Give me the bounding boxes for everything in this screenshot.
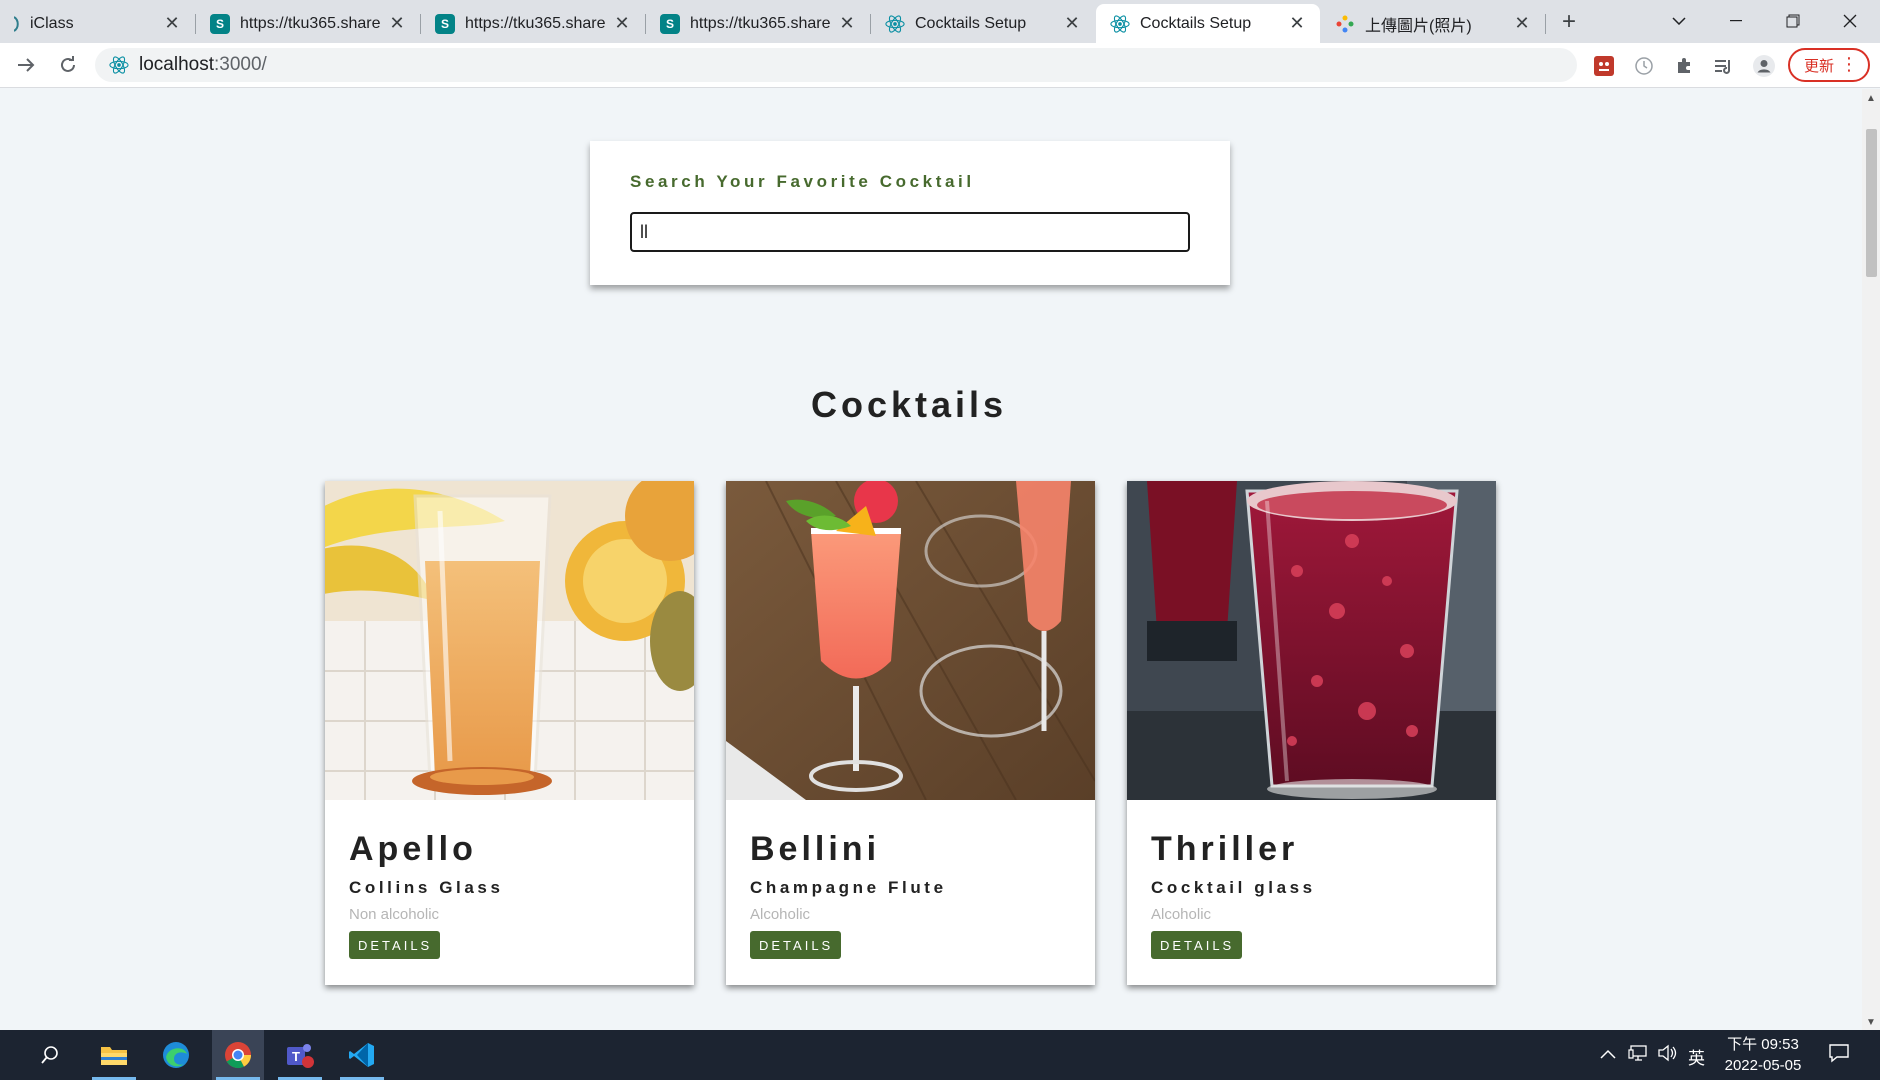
windows-taskbar: T 英 下午 09:53 2022-05-05 <box>0 1030 1880 1080</box>
tab-title: https://tku365.share <box>240 14 381 32</box>
cocktail-name: Apello <box>349 830 477 868</box>
card-body: Thriller Cocktail glass Alcoholic DETAIL… <box>1127 800 1496 959</box>
red-soda-photo <box>1127 481 1496 800</box>
new-tab-plus-icon[interactable]: + <box>1555 8 1583 36</box>
orange-juice-photo <box>325 481 694 800</box>
tab-separator <box>1545 14 1546 34</box>
extension-clock-icon[interactable] <box>1632 54 1656 78</box>
minimize-icon[interactable] <box>1714 6 1758 36</box>
details-button[interactable]: DETAILS <box>750 931 842 959</box>
file-explorer-icon[interactable] <box>88 1030 140 1080</box>
forward-arrow-icon[interactable] <box>10 49 42 81</box>
details-button[interactable]: DETAILS <box>1151 931 1243 959</box>
cocktail-alcoholic-info: Non alcoholic <box>349 906 440 923</box>
cocktail-alcoholic-info: Alcoholic <box>1151 906 1212 923</box>
reading-list-icon[interactable] <box>1712 54 1736 78</box>
details-button[interactable]: DETAILS <box>349 931 441 959</box>
tray-chevron-icon[interactable] <box>1600 1044 1616 1064</box>
tab-cocktails-setup-active[interactable]: Cocktails Setup ✕ <box>1096 4 1320 43</box>
cocktail-name: Bellini <box>750 830 881 868</box>
update-label: 更新 <box>1804 57 1835 75</box>
card-body: Apello Collins Glass Non alcoholic DETAI… <box>325 800 694 959</box>
volume-icon[interactable] <box>1657 1044 1677 1067</box>
puzzle-extensions-icon[interactable] <box>1672 54 1696 78</box>
tab-sharepoint-3[interactable]: S https://tku365.share ✕ <box>646 4 870 43</box>
cocktail-card-bellini: Bellini Champagne Flute Alcoholic DETAIL… <box>726 481 1095 985</box>
cocktail-alcoholic-info: Alcoholic <box>750 906 811 923</box>
close-icon[interactable]: ✕ <box>1061 13 1083 35</box>
search-label: Search Your Favorite Cocktail <box>630 172 975 191</box>
sharepoint-icon: S <box>660 13 680 34</box>
tab-sharepoint-1[interactable]: S https://tku365.share ✕ <box>196 4 420 43</box>
iclass-icon <box>14 14 20 34</box>
page-scrollbar[interactable]: ▲ ▼ <box>1862 89 1880 1030</box>
taskbar-clock[interactable]: 下午 09:53 2022-05-05 <box>1720 1034 1806 1076</box>
teams-icon[interactable]: T <box>274 1030 326 1080</box>
update-browser-button[interactable]: 更新 ⋮ <box>1788 48 1870 82</box>
address-url: localhost:3000/ <box>139 54 267 75</box>
clock-time: 下午 09:53 <box>1727 1036 1799 1053</box>
tab-cocktails-setup-1[interactable]: Cocktails Setup ✕ <box>871 4 1095 43</box>
tab-title: 上傳圖片(照片) <box>1365 17 1472 35</box>
scroll-down-arrow-icon[interactable]: ▼ <box>1866 1017 1876 1028</box>
tab-title: https://tku365.share <box>690 14 831 32</box>
network-icon[interactable] <box>1628 1044 1648 1067</box>
sharepoint-icon: S <box>435 13 455 34</box>
search-icon[interactable] <box>24 1030 76 1080</box>
tab-title: https://tku365.share <box>465 14 606 32</box>
tab-upload-photos[interactable]: 上傳圖片(照片) ✕ <box>1321 4 1545 43</box>
extension-game-icon[interactable] <box>1592 54 1616 78</box>
address-bar[interactable]: localhost:3000/ <box>95 48 1577 82</box>
close-icon[interactable]: ✕ <box>836 13 858 35</box>
edge-icon[interactable] <box>150 1030 202 1080</box>
close-icon[interactable]: ✕ <box>1286 13 1308 35</box>
browser-toolbar: localhost:3000/ 更新 ⋮ <box>0 43 1880 88</box>
photos-icon <box>1335 14 1355 34</box>
peach-flute-photo <box>726 481 1095 800</box>
search-input[interactable] <box>630 212 1190 252</box>
cocktail-glass: Champagne Flute <box>750 878 947 897</box>
cocktail-glass: Collins Glass <box>349 878 504 897</box>
cocktail-card-apello: Apello Collins Glass Non alcoholic DETAI… <box>325 481 694 985</box>
close-icon[interactable]: ✕ <box>611 13 633 35</box>
close-icon[interactable]: ✕ <box>1511 13 1533 35</box>
close-icon[interactable]: ✕ <box>161 13 183 35</box>
search-form: Search Your Favorite Cocktail <box>590 141 1230 285</box>
sharepoint-icon: S <box>210 13 230 34</box>
react-icon <box>109 55 129 75</box>
restore-icon[interactable] <box>1771 6 1815 36</box>
browser-tab-strip: iClass ✕ S https://tku365.share ✕ S http… <box>0 0 1880 43</box>
close-window-icon[interactable] <box>1828 6 1872 36</box>
section-title: Cocktails <box>810 384 1008 425</box>
page-content: Search Your Favorite Cocktail Cocktails <box>0 89 1862 1030</box>
scroll-up-arrow-icon[interactable]: ▲ <box>1866 93 1876 104</box>
ime-indicator[interactable]: 英 <box>1688 1044 1705 1069</box>
vscode-icon[interactable] <box>336 1030 388 1080</box>
chrome-icon[interactable] <box>212 1030 264 1080</box>
notification-center-icon[interactable] <box>1828 1043 1850 1068</box>
more-menu-icon: ⋮ <box>1840 54 1858 74</box>
tab-iclass[interactable]: iClass ✕ <box>0 4 195 43</box>
svg-text:T: T <box>292 1049 300 1064</box>
reload-icon[interactable] <box>52 49 84 81</box>
tab-title: iClass <box>30 14 74 32</box>
react-icon <box>1110 14 1130 34</box>
profile-avatar-icon[interactable] <box>1752 54 1776 78</box>
scrollbar-thumb[interactable] <box>1866 129 1877 277</box>
tab-sharepoint-2[interactable]: S https://tku365.share ✕ <box>421 4 645 43</box>
clock-date: 2022-05-05 <box>1724 1057 1802 1074</box>
cocktail-glass: Cocktail glass <box>1151 878 1316 897</box>
cocktail-name: Thriller <box>1151 830 1299 868</box>
cocktail-card-thriller: Thriller Cocktail glass Alcoholic DETAIL… <box>1127 481 1496 985</box>
react-icon <box>885 14 905 34</box>
tab-title: Cocktails Setup <box>915 14 1027 32</box>
tab-search-chevron-icon[interactable] <box>1657 6 1701 36</box>
card-body: Bellini Champagne Flute Alcoholic DETAIL… <box>726 800 1095 959</box>
tab-title: Cocktails Setup <box>1140 14 1252 32</box>
close-icon[interactable]: ✕ <box>386 13 408 35</box>
